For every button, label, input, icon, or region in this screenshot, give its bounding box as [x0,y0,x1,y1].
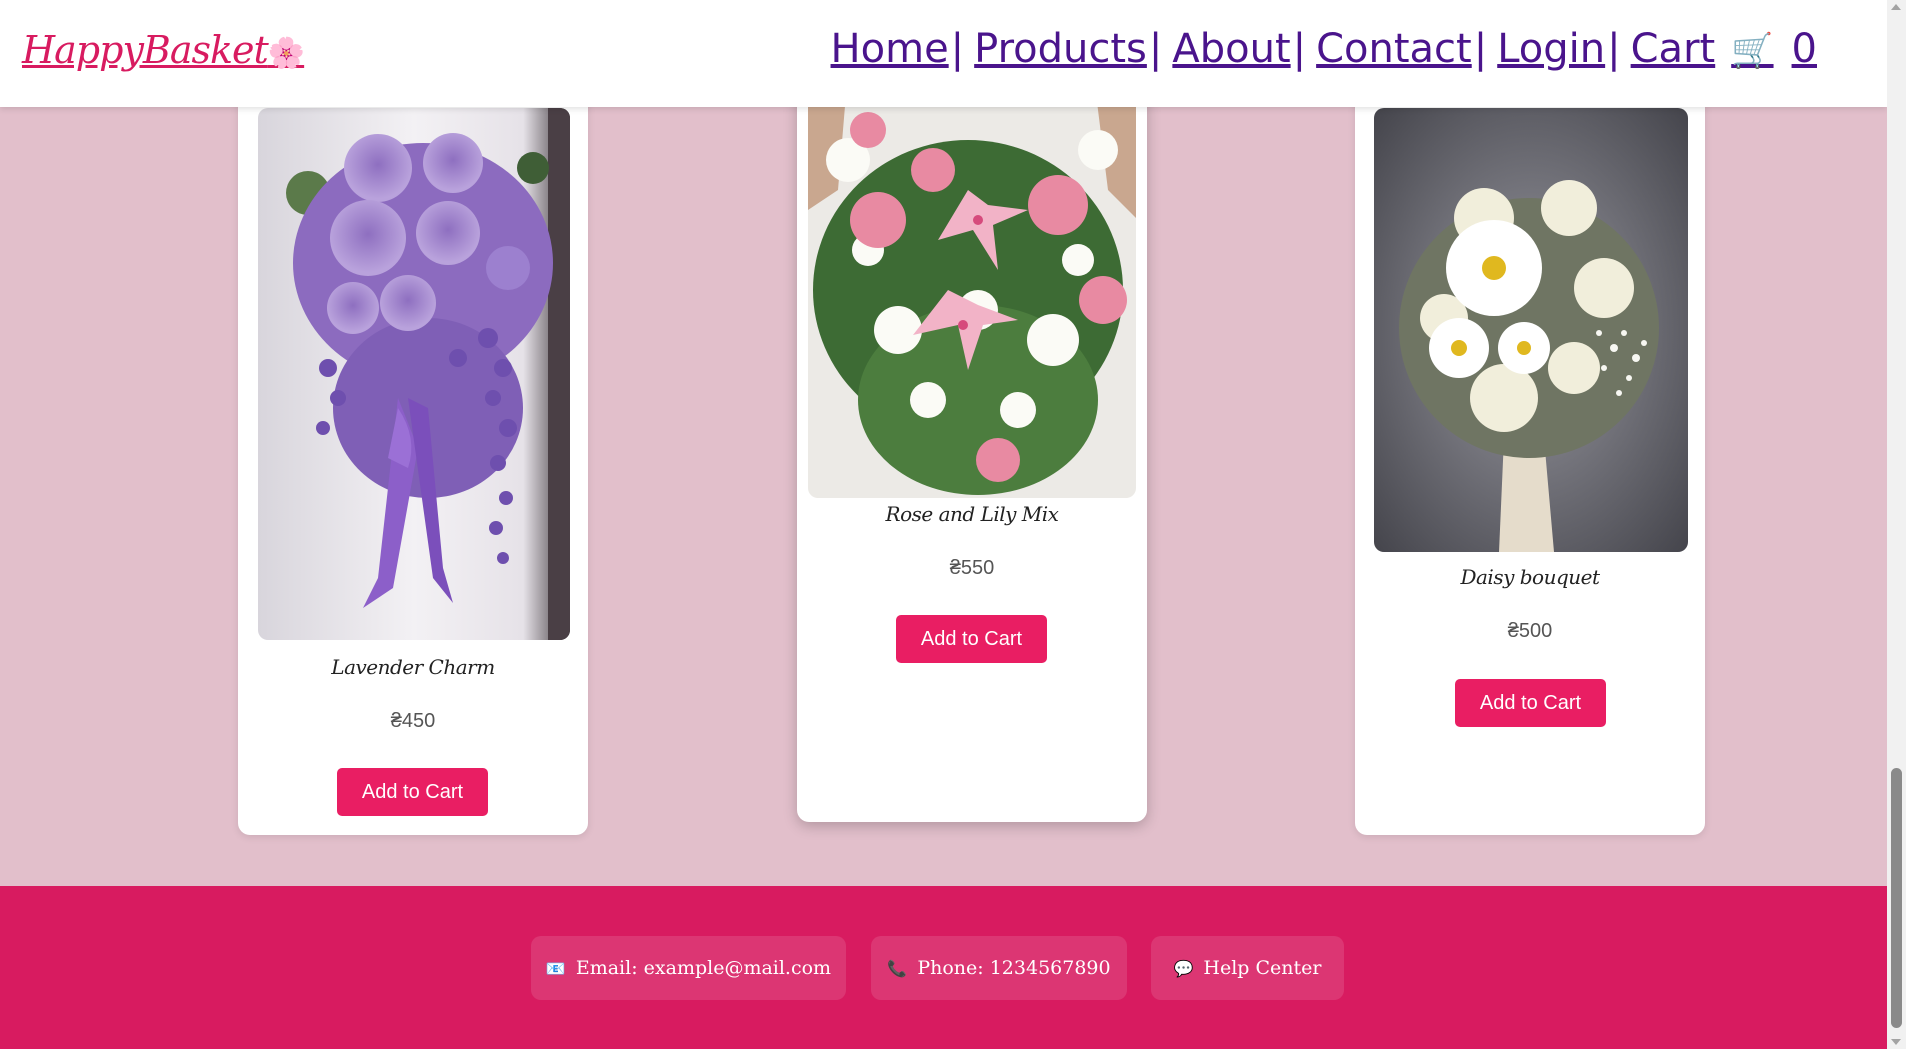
flower-icon: 🌸 [267,36,305,71]
product-image-daisy-bouquet [1374,108,1688,552]
email-icon: 📧 [545,958,566,978]
email-contact[interactable]: 📧 Email: example@mail.com [531,936,846,1000]
scroll-up-arrow-icon[interactable] [1891,4,1901,10]
product-name: Lavender Charm [331,655,495,679]
scroll-down-arrow-icon[interactable] [1891,1039,1901,1045]
product-image-lavender-bouquet [258,108,570,640]
email-text: Email: example@mail.com [575,957,832,979]
add-to-cart-button[interactable]: Add to Cart [1455,679,1606,727]
chat-bubble-icon: 💬 [1173,958,1194,978]
product-name: Rose and Lily Mix [885,502,1059,526]
site-footer: 📧 Email: example@mail.com 📞 Phone: 1234567… [0,886,1887,1049]
cart-label: Cart [1630,26,1716,72]
scrollbar-thumb[interactable] [1891,768,1902,1028]
nav-separator: | [950,26,965,72]
nav-home-link[interactable]: Home [831,26,949,72]
nav-contact-link[interactable]: Contact [1316,26,1472,72]
nav-login-link[interactable]: Login [1497,26,1605,72]
vertical-scrollbar[interactable] [1887,0,1906,1049]
logo-text: HappyBasket [22,28,269,72]
phone-contact[interactable]: 📞 Phone: 1234567890 [871,936,1127,1000]
nav-cart-link[interactable]: Cart 🛒 0 [1631,26,1817,72]
help-center-link[interactable]: 💬 Help Center [1151,936,1344,1000]
product-price: ₴450 [390,710,436,732]
nav-products-link[interactable]: Products [974,26,1147,72]
help-center-text: Help Center [1203,957,1322,979]
site-header: HappyBasket🌸 Home | Products | About | Cont… [0,0,1887,107]
nav-separator: | [1607,26,1621,72]
product-image-rose-lily-bouquet [808,70,1136,498]
nav-separator: | [1148,26,1163,72]
nav-separator: | [1473,26,1488,72]
cart-icon: 🛒 [1731,31,1774,71]
nav-about-link[interactable]: About [1172,26,1290,72]
product-name: Daisy bouquet [1460,565,1600,589]
product-card: Daisy bouquet ₴500 Add to Cart [1355,70,1705,835]
product-price: ₴550 [949,557,995,579]
product-card: Lavender Charm ₴450 Add to Cart [238,70,588,835]
product-card: Rose and Lily Mix ₴550 Add to Cart [797,70,1147,822]
nav-separator: | [1292,26,1307,72]
product-price: ₴500 [1507,620,1553,642]
add-to-cart-button[interactable]: Add to Cart [896,615,1047,663]
brand-logo[interactable]: HappyBasket🌸 [22,28,305,72]
phone-text: Phone: 1234567890 [917,957,1111,979]
add-to-cart-button[interactable]: Add to Cart [337,768,488,816]
phone-icon: 📞 [887,958,908,978]
cart-count: 0 [1791,26,1817,72]
main-nav: Home | Products | About | Contact | Login | C… [831,26,1817,72]
